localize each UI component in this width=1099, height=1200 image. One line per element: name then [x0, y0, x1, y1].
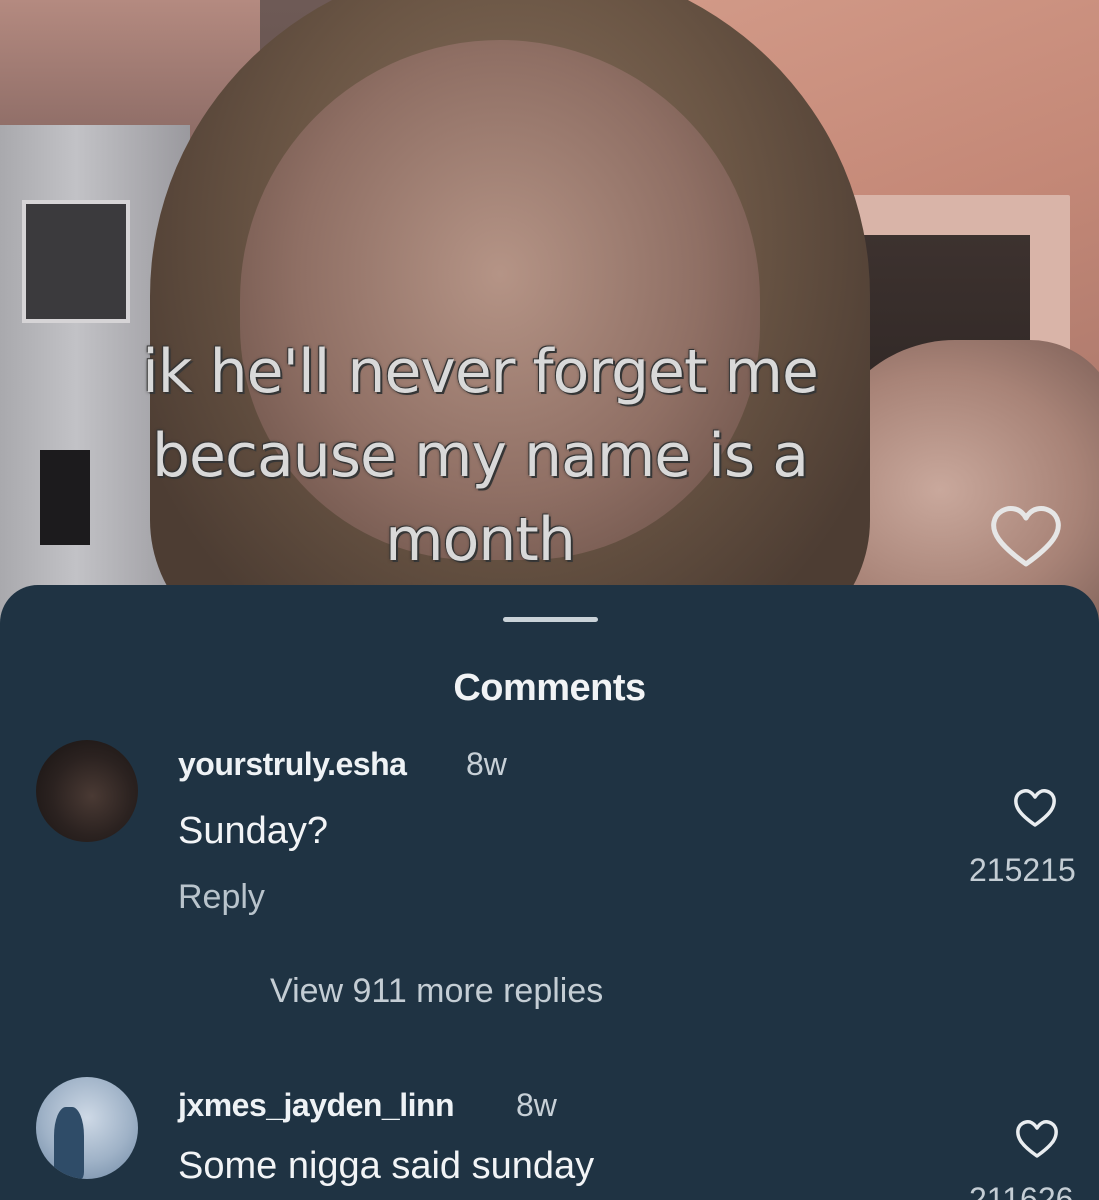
comment-text: Some nigga said sunday [178, 1145, 595, 1187]
comment-time: 8w [516, 1087, 557, 1123]
heart-outline-icon[interactable] [988, 504, 1064, 568]
avatar-image [54, 1107, 84, 1179]
sheet-drag-handle[interactable] [503, 617, 598, 622]
video-caption-line: because my name is a [151, 421, 809, 491]
like-count: 215215 [969, 852, 1076, 888]
avatar[interactable] [36, 740, 138, 842]
screen: ik he'll never forget me because my name… [0, 0, 1099, 1200]
fridge-photo [22, 200, 130, 323]
avatar[interactable] [36, 1077, 138, 1179]
like-count: 211626 [969, 1181, 1074, 1200]
video-caption-line: month [385, 505, 576, 575]
comments-title: Comments [453, 667, 646, 709]
heart-outline-icon[interactable] [1014, 1119, 1060, 1159]
heart-outline-icon[interactable] [1012, 788, 1058, 828]
view-replies-button[interactable]: View 911 more replies [270, 972, 603, 1011]
comments-sheet: Comments yourstruly.esha 8w Sunday? Repl… [0, 585, 1099, 1200]
reply-button[interactable]: Reply [178, 878, 265, 917]
video-player[interactable]: ik he'll never forget me because my name… [0, 0, 1099, 640]
comment-username[interactable]: jxmes_jayden_linn [178, 1087, 455, 1124]
video-caption: ik he'll never forget me because my name… [0, 330, 960, 582]
comment-time: 8w [466, 746, 507, 782]
video-caption-line: ik he'll never forget me [142, 337, 819, 407]
comment-username[interactable]: yourstruly.esha [178, 746, 407, 783]
comment-text: Sunday? [178, 810, 329, 852]
